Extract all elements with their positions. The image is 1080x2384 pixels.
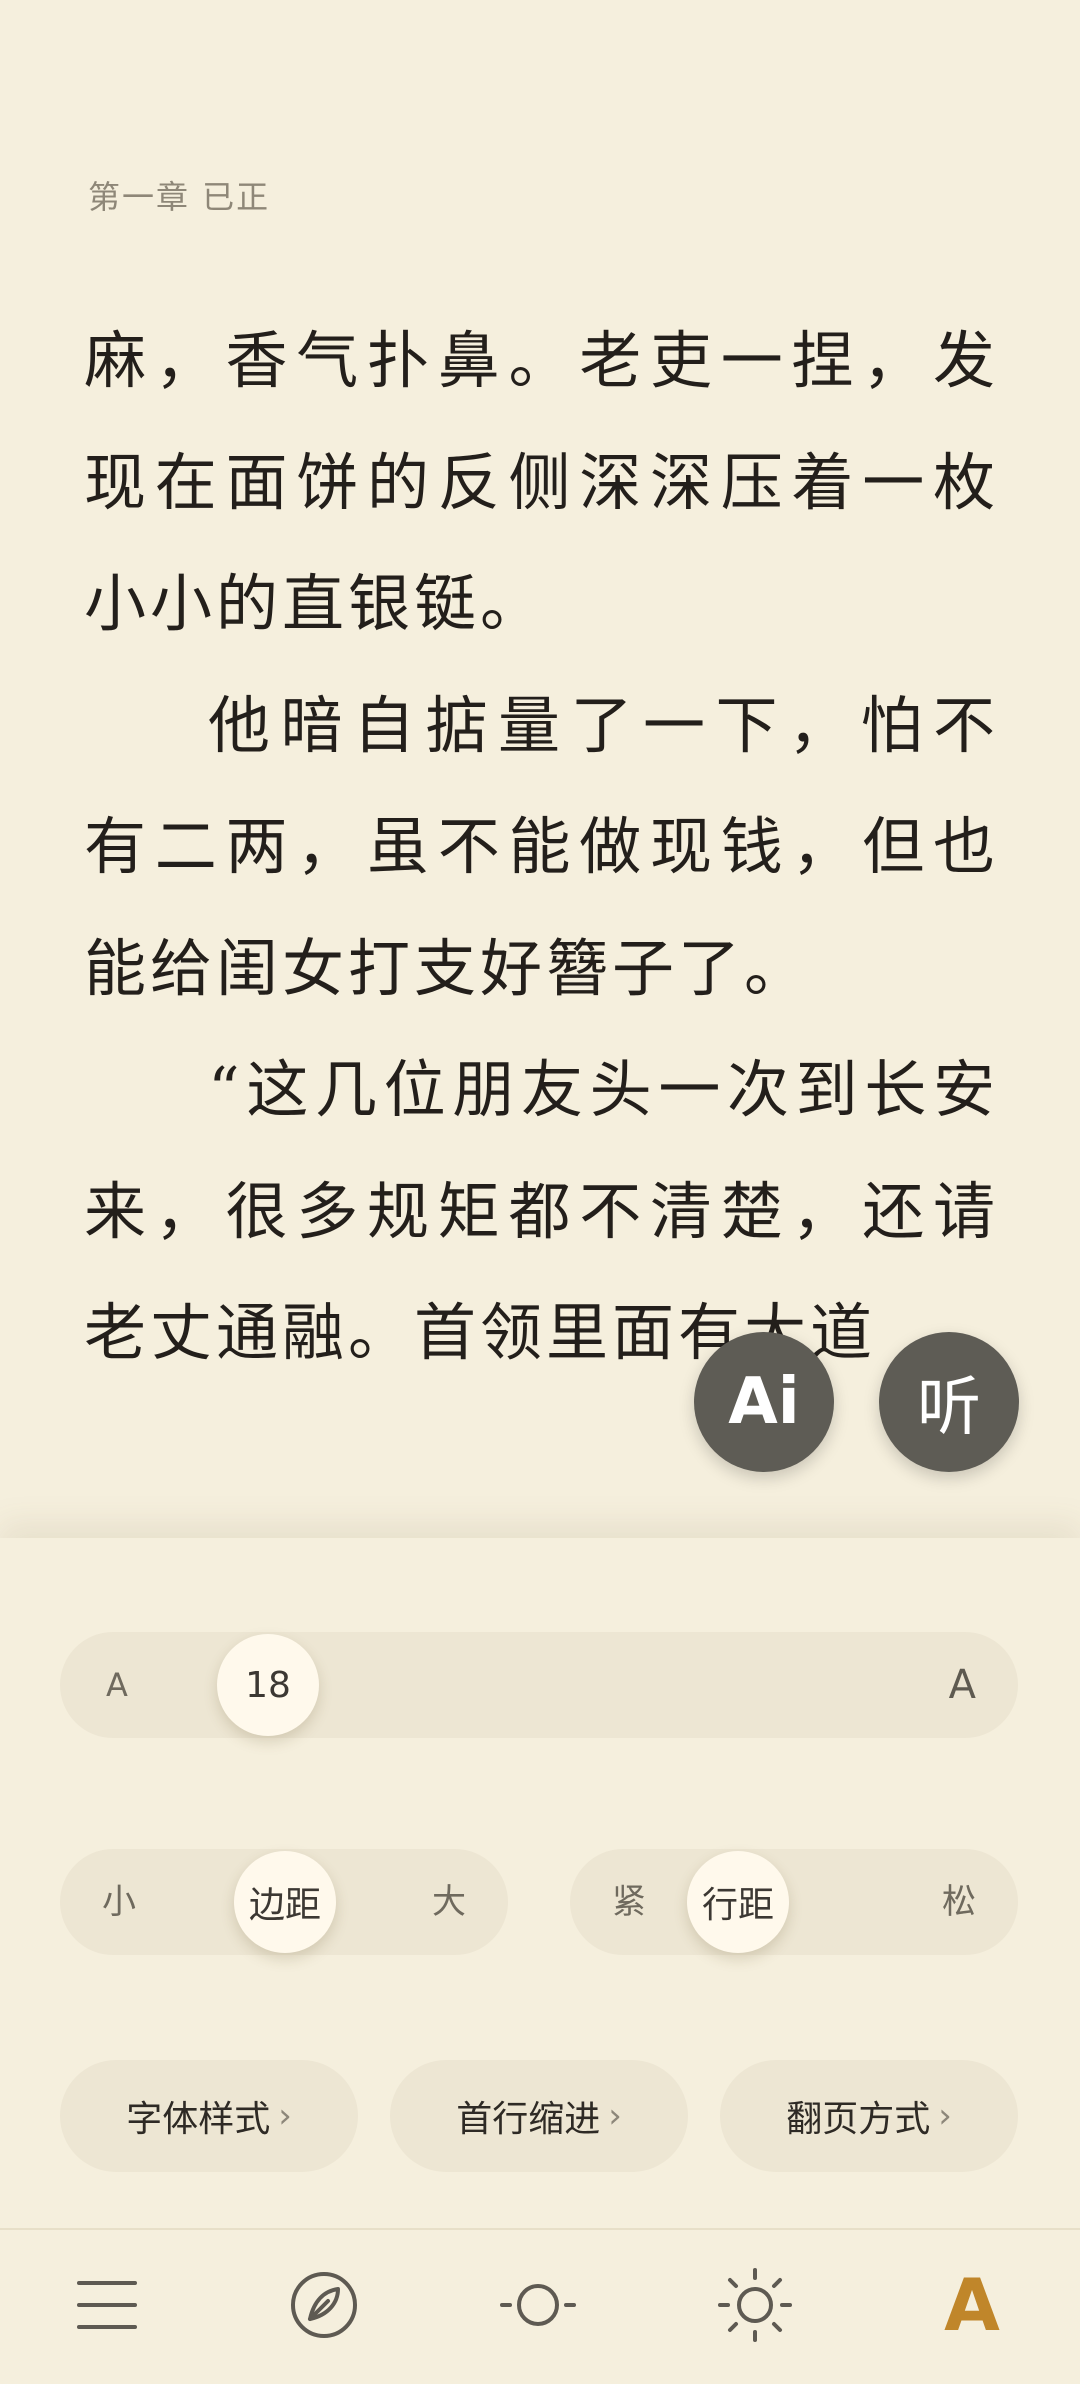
ai-assistant-button[interactable]: Ai — [694, 1332, 834, 1472]
listen-label: 听 — [917, 1371, 981, 1445]
margin-slider[interactable]: 小 大 边距 — [60, 1849, 508, 1955]
night-mode-button[interactable] — [493, 2260, 583, 2350]
first-line-indent-label: 首行缩进 — [456, 2099, 601, 2140]
brightness-icon — [718, 2268, 792, 2342]
font-size-slider[interactable]: A A 18 — [60, 1632, 1018, 1738]
reader-page[interactable]: 第一章 已正 麻，香气扑鼻。老吏一捏，发现在面饼的反侧深深压着一枚小小的直银铤。… — [0, 0, 1080, 1540]
brightness-button[interactable] — [710, 2260, 800, 2350]
chevron-right-icon: › — [608, 2096, 622, 2136]
chapter-title: 第一章 已正 — [88, 178, 271, 216]
page-turn-mode-label: 翻页方式 — [786, 2099, 931, 2140]
paragraph: 麻，香气扑鼻。老吏一捏，发现在面饼的反侧深深压着一枚小小的直银铤。 — [84, 324, 999, 640]
night-mode-icon — [500, 2284, 576, 2326]
listen-button[interactable]: 听 — [879, 1332, 1019, 1472]
discover-button[interactable] — [279, 2260, 369, 2350]
paragraph: 他暗自掂量了一下，怕不有二两，虽不能做现钱，但也能给闺女打支好簪子了。 — [84, 688, 999, 1005]
compass-icon — [291, 2272, 357, 2338]
chevron-right-icon: › — [938, 2096, 952, 2136]
line-spacing-knob-label: 行距 — [701, 1885, 774, 1926]
font-size-value: 18 — [245, 1664, 291, 1706]
line-spacing-slider[interactable]: 紧 松 行距 — [570, 1849, 1018, 1955]
margin-small-label: 小 — [102, 1882, 136, 1922]
line-spacing-tight-label: 紧 — [612, 1882, 646, 1922]
font-settings-button[interactable]: A — [927, 2260, 1017, 2350]
ai-label: Ai — [728, 1365, 800, 1439]
line-spacing-loose-label: 松 — [942, 1882, 976, 1922]
chapter-body: 麻，香气扑鼻。老吏一捏，发现在面饼的反侧深深压着一枚小小的直银铤。 他暗自掂量了… — [84, 300, 999, 1394]
line-spacing-slider-thumb[interactable]: 行距 — [687, 1851, 789, 1953]
margin-knob-label: 边距 — [248, 1885, 321, 1926]
bottom-toolbar: A — [0, 2228, 1080, 2384]
font-size-large-label: A — [948, 1662, 976, 1708]
page-turn-mode-button[interactable]: 翻页方式 › — [720, 2060, 1018, 2172]
menu-icon — [77, 2281, 137, 2329]
margin-slider-thumb[interactable]: 边距 — [234, 1851, 336, 1953]
font-style-button[interactable]: 字体样式 › — [60, 2060, 358, 2172]
chevron-right-icon: › — [278, 2096, 292, 2136]
menu-button[interactable] — [62, 2260, 152, 2350]
paragraph: “这几位朋友头一次到长安来，很多规矩都不清楚，还请老丈通融。首领里面有大道 — [84, 1053, 999, 1369]
font-settings-icon: A — [944, 2263, 1000, 2347]
font-style-label: 字体样式 — [126, 2099, 271, 2140]
first-line-indent-button[interactable]: 首行缩进 › — [390, 2060, 688, 2172]
margin-large-label: 大 — [432, 1882, 466, 1922]
font-size-slider-thumb[interactable]: 18 — [217, 1634, 319, 1736]
font-size-small-label: A — [106, 1666, 128, 1704]
